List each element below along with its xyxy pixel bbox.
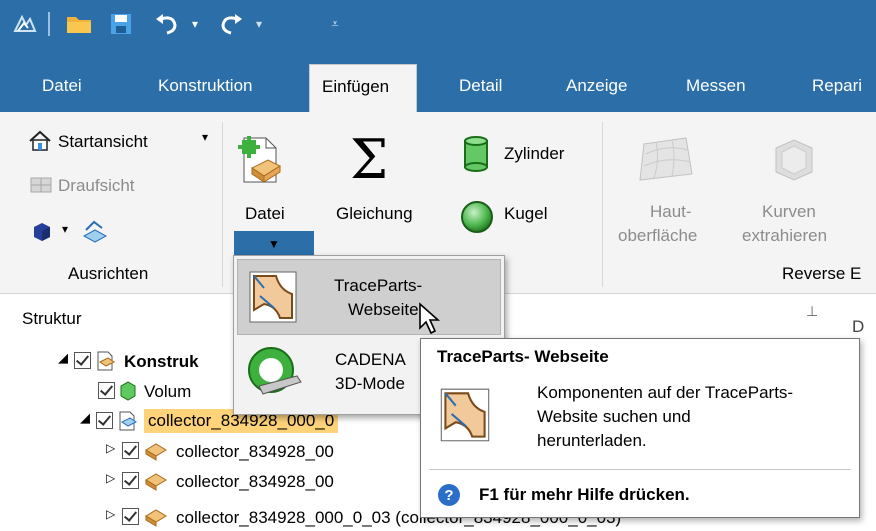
redo-dropdown-icon[interactable]: ▾ (250, 8, 268, 40)
expand-arrow-icon[interactable]: ▷ (106, 441, 115, 455)
chevron-down-icon: ▾ (202, 130, 209, 144)
sphere-icon[interactable] (460, 200, 494, 239)
visibility-checkbox[interactable] (122, 472, 139, 489)
datei-dropdown-button[interactable]: ▼ (234, 231, 314, 257)
reverse-group-label: Reverse E (782, 264, 862, 283)
app-logo-icon[interactable] (10, 8, 40, 40)
traceparts-icon (249, 271, 297, 323)
tree-label: collector_834928_00 (176, 472, 334, 491)
tooltip-title: TraceParts- Webseite (437, 347, 609, 366)
tab-datei[interactable]: Datei (30, 64, 94, 112)
kurven-label-2: extrahieren (742, 226, 828, 245)
tree-label: Konstruk (124, 352, 199, 371)
cube-icon (34, 223, 50, 241)
component-icon (145, 473, 167, 491)
tooltip-help-text: F1 für mehr Hilfe drücken. (479, 485, 690, 504)
view-cube-button[interactable] (30, 220, 54, 249)
menu-item-traceparts[interactable]: TraceParts- Webseite (237, 259, 501, 335)
tab-konstruktion[interactable]: Konstruktion (146, 64, 265, 112)
tab-anzeige[interactable]: Anzeige (554, 64, 639, 112)
redo-icon[interactable] (214, 8, 248, 40)
cube-dropdown-icon[interactable]: ▾ (62, 222, 68, 236)
tooltip: TraceParts- Webseite Komponenten auf der… (420, 338, 860, 518)
draufsicht-label: Draufsicht (58, 176, 135, 195)
component-icon (145, 443, 167, 461)
assembly-icon (119, 411, 137, 431)
tab-reparieren[interactable]: Repari (800, 64, 874, 112)
visibility-checkbox[interactable] (98, 382, 115, 399)
ribbon-tabs: Datei Konstruktion Einfügen Detail Anzei… (0, 48, 876, 112)
view-stack-button[interactable] (80, 218, 110, 251)
expand-arrow-icon[interactable]: ▷ (106, 471, 115, 485)
svg-text:?: ? (444, 487, 453, 504)
collapse-arrow-icon[interactable]: ◢ (58, 350, 68, 366)
tree-label: Volum (144, 382, 192, 401)
layers-view-icon (82, 220, 108, 243)
visibility-checkbox[interactable] (122, 508, 139, 525)
gleichung-label[interactable]: Gleichung (336, 204, 413, 224)
customize-qat-icon[interactable]: ⩡ (326, 8, 344, 40)
visibility-checkbox[interactable] (96, 412, 113, 429)
visibility-checkbox[interactable] (122, 442, 139, 459)
group-separator (222, 122, 223, 287)
tab-einfuegen[interactable]: Einfügen (309, 64, 417, 112)
datei-label: Datei (245, 204, 285, 223)
tooltip-desc-line1: Komponenten auf der TraceParts- (537, 383, 794, 402)
help-icon: ? (438, 484, 460, 506)
visibility-checkbox[interactable] (74, 352, 91, 369)
insert-file-icon[interactable] (238, 134, 282, 191)
mouse-cursor-icon (419, 302, 441, 335)
solid-body-icon (120, 381, 136, 401)
tooltip-desc-line3: herunterladen. (537, 431, 647, 450)
tab-detail[interactable]: Detail (447, 64, 514, 112)
tree-label: collector_834928_00 (176, 442, 334, 461)
side-panel-label: D (852, 317, 865, 336)
group-separator (602, 122, 603, 287)
structure-title: Struktur (22, 309, 82, 328)
undo-icon[interactable] (150, 8, 184, 40)
component-icon (145, 509, 167, 527)
quick-access-toolbar: ▾ ▾ ⩡ (0, 0, 876, 48)
haut-label-1: Haut- (650, 202, 692, 221)
kurven-label-1: Kurven (762, 202, 816, 221)
zylinder-label[interactable]: Zylinder (504, 144, 564, 164)
sigma-icon[interactable]: Σ (350, 130, 388, 190)
cadenas-label-2: 3D-Mode (335, 374, 405, 393)
traceparts-icon (440, 388, 490, 442)
kugel-label[interactable]: Kugel (504, 204, 547, 224)
qat-separator (48, 12, 50, 36)
cadenas-icon (248, 347, 302, 395)
tree-row[interactable]: ▷ collector_834928_00 (0, 466, 420, 496)
expand-arrow-icon[interactable]: ▷ (106, 507, 115, 521)
tree-row[interactable]: ▷ collector_834928_00 (0, 436, 420, 466)
pin-icon[interactable]: ⊥ (806, 303, 818, 320)
traceparts-label-2: Webseite (348, 300, 419, 319)
tooltip-divider (429, 469, 851, 470)
haut-label-2: oberfläche (618, 226, 698, 245)
tooltip-desc-line2: Website suchen und (537, 407, 691, 426)
home-icon (29, 130, 51, 151)
open-folder-icon[interactable] (62, 8, 96, 40)
cylinder-icon[interactable] (462, 136, 490, 177)
tab-messen[interactable]: Messen (674, 64, 758, 112)
skin-surface-icon (636, 134, 696, 189)
cadenas-label-1: CADENA (335, 350, 406, 369)
undo-dropdown-icon[interactable]: ▾ (186, 8, 204, 40)
collapse-arrow-icon[interactable]: ◢ (80, 410, 90, 426)
traceparts-label-1: TraceParts- (334, 276, 423, 295)
assembly-icon (97, 351, 115, 371)
extract-curves-icon (770, 136, 816, 189)
top-view-icon (30, 177, 52, 193)
startansicht-label: Startansicht (58, 132, 148, 151)
ausrichten-group-label: Ausrichten (68, 264, 149, 283)
save-icon[interactable] (104, 8, 138, 40)
